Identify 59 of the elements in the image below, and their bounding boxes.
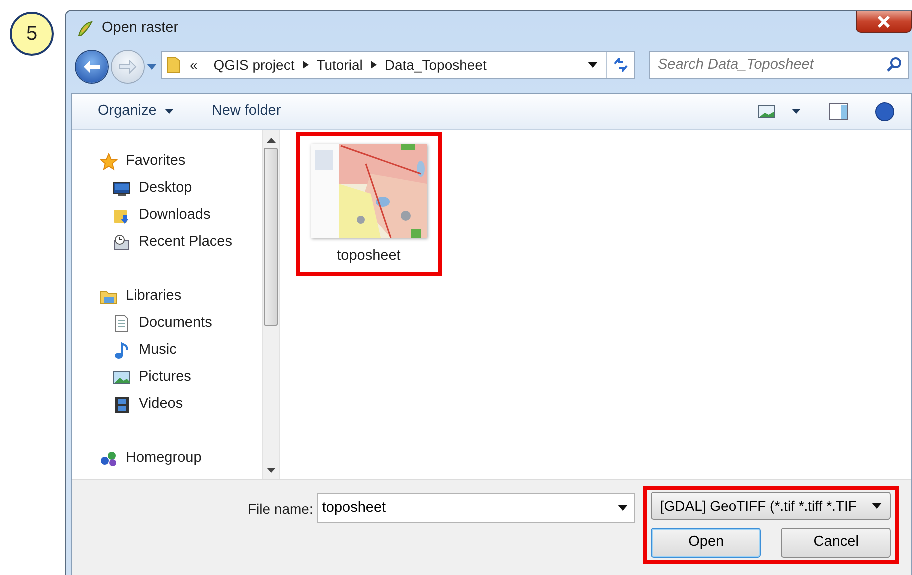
caret-icon	[164, 109, 174, 114]
monitor-icon	[113, 180, 131, 198]
app-icon	[76, 20, 94, 38]
cancel-button[interactable]: Cancel	[781, 528, 892, 558]
preview-pane-button[interactable]	[829, 102, 849, 120]
breadcrumb-link[interactable]: QGIS project	[214, 54, 295, 76]
nav-item[interactable]: Favorites	[72, 148, 262, 175]
organize-button[interactable]: Organize	[98, 100, 174, 122]
file-type-dropdown[interactable]: [GDAL] GeoTIFF (*.tif *.tiff *.TIF	[651, 492, 892, 520]
close-button[interactable]	[856, 11, 912, 33]
file-name: toposheet	[337, 247, 401, 266]
new-folder-button[interactable]: New folder	[212, 100, 282, 122]
nav-item[interactable]: Downloads	[72, 202, 262, 229]
refresh-icon	[612, 58, 628, 72]
breadcrumb-arrow-icon	[302, 61, 309, 69]
view-button[interactable]	[758, 104, 801, 118]
dropdown-arrow-icon[interactable]	[588, 62, 598, 68]
breadcrumb-link[interactable]: Tutorial	[316, 54, 363, 76]
clock-icon	[113, 234, 131, 252]
nav-item[interactable]: Pictures	[72, 364, 262, 391]
window-title: Open raster	[102, 19, 180, 38]
nav-item[interactable]: Homegroup	[72, 445, 262, 472]
homegroup-icon	[100, 450, 118, 468]
landscape-icon	[113, 368, 131, 386]
nav-item[interactable]: Libraries	[72, 283, 262, 310]
pane-icon	[829, 102, 849, 120]
overflow-chevron[interactable]: «	[190, 54, 198, 76]
scrollbar-thumb[interactable]	[264, 148, 278, 326]
star-icon	[100, 152, 118, 170]
scrollbar[interactable]	[262, 130, 280, 479]
search-icon	[887, 57, 903, 73]
caret-icon	[792, 109, 801, 114]
close-icon	[877, 16, 891, 28]
nav-item[interactable]: Music	[72, 337, 262, 364]
back-arrow-icon	[83, 60, 101, 74]
scroll-down-icon[interactable]	[266, 468, 276, 473]
music-note-icon	[113, 342, 131, 360]
dropdown-arrow-icon[interactable]	[618, 505, 628, 511]
step-number-badge: 5	[10, 12, 54, 56]
file-name-field[interactable]: toposheet	[317, 493, 636, 523]
nav-item[interactable]: Videos	[72, 391, 262, 418]
back-button[interactable]	[76, 51, 108, 83]
history-dropdown-icon[interactable]	[147, 64, 157, 70]
nav-item[interactable]: Documents	[72, 310, 262, 337]
breadcrumb-arrow-icon	[370, 61, 377, 69]
breadcrumb-link[interactable]: Data_Toposheet	[384, 54, 487, 76]
document-icon	[113, 314, 131, 332]
address-bar[interactable]: « QGIS project Tutorial Data_Toposheet	[161, 51, 635, 79]
view-icon	[758, 104, 776, 118]
search-field[interactable]: Search Data_Toposheet	[649, 51, 909, 79]
file-name-label: File name:	[248, 500, 314, 519]
film-icon	[113, 396, 131, 414]
forward-arrow-icon	[119, 60, 137, 74]
file-item[interactable]: toposheet	[296, 132, 442, 276]
nav-item[interactable]: Recent Places	[72, 229, 262, 256]
open-button[interactable]: Open	[651, 528, 762, 558]
nav-item[interactable]: Desktop	[72, 175, 262, 202]
scroll-up-icon[interactable]	[266, 138, 276, 143]
dropdown-arrow-icon	[872, 503, 882, 509]
